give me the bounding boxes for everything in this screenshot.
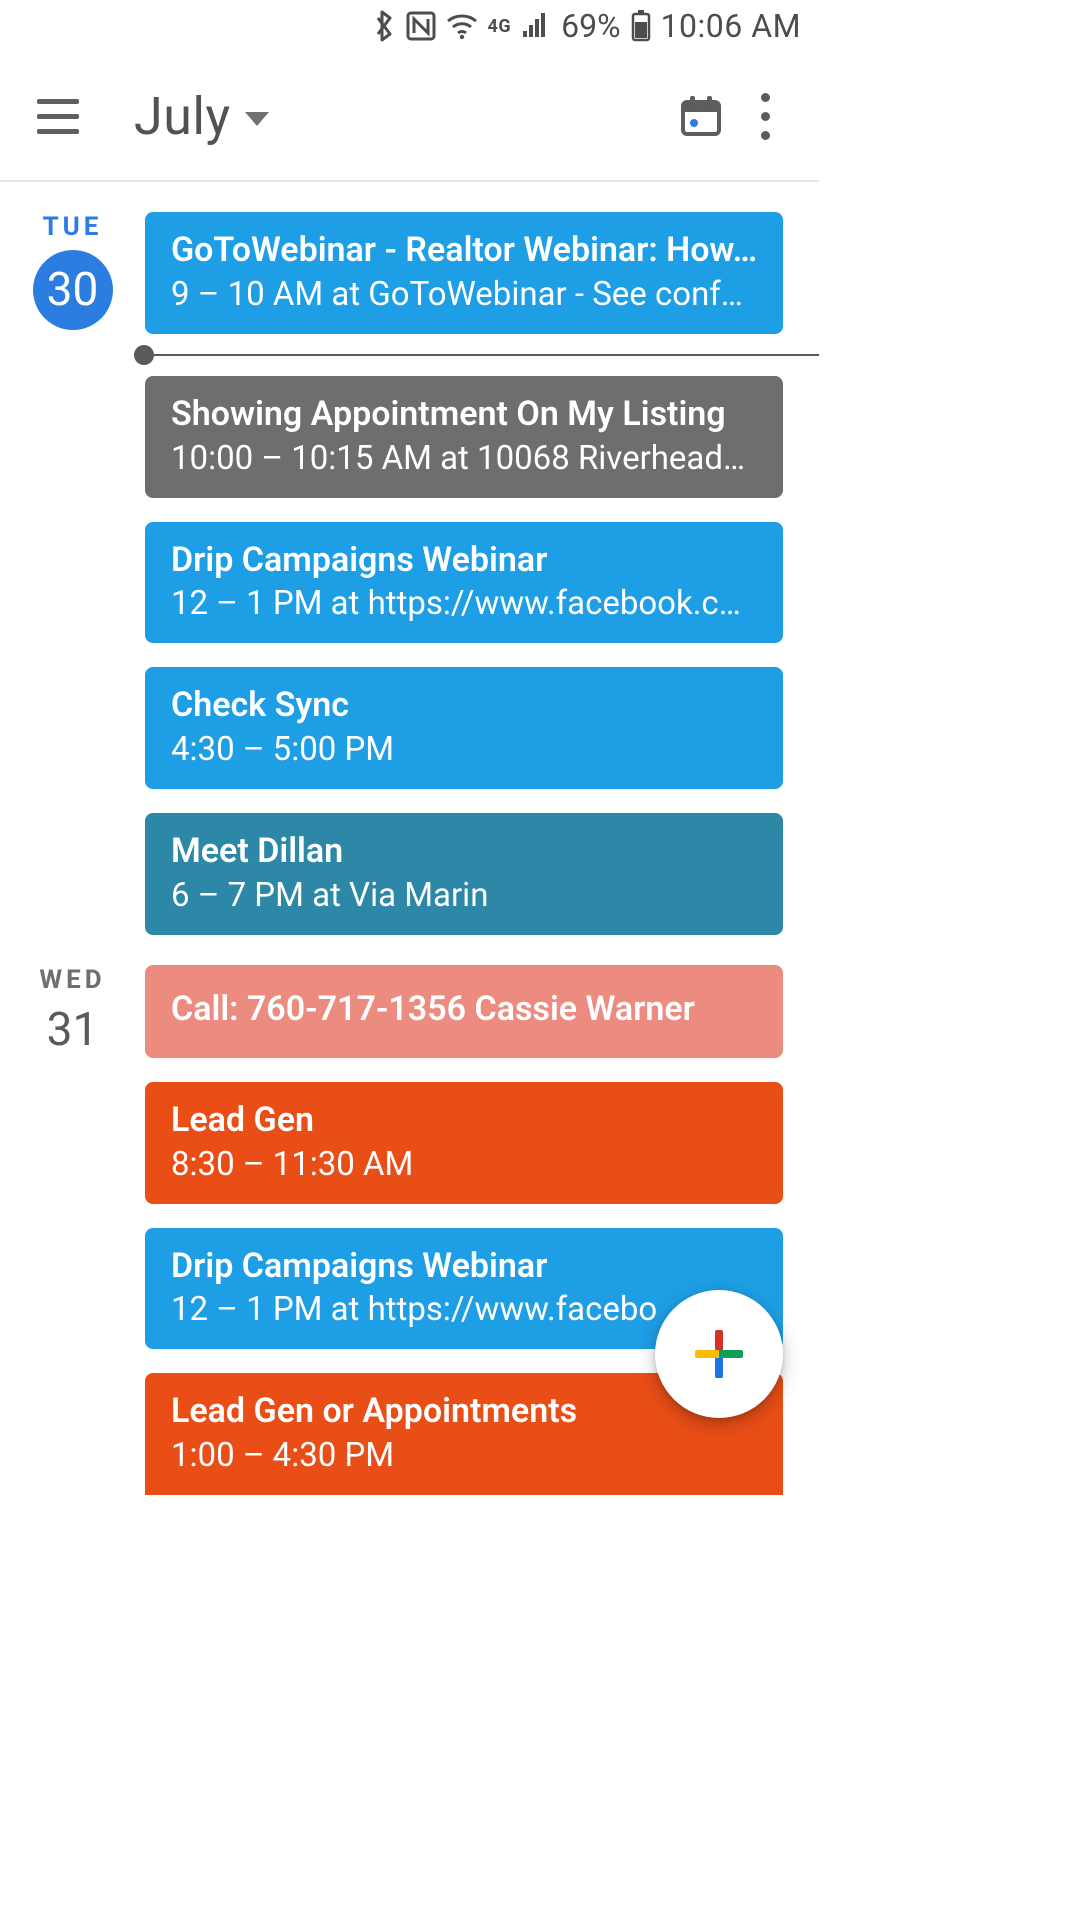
overflow-menu-button[interactable] bbox=[733, 84, 797, 148]
status-bar: 4G 69% 10:06 AM bbox=[0, 0, 819, 52]
event-subtitle: 9 – 10 AM at GoToWebinar - See conf… bbox=[171, 275, 757, 314]
day-header: WED 31 bbox=[0, 965, 145, 1495]
status-time: 10:06 AM bbox=[661, 7, 801, 45]
bluetooth-icon bbox=[372, 9, 396, 43]
events-col: GoToWebinar - Realtor Webinar: How… 9 – 1… bbox=[145, 212, 819, 935]
event-subtitle: 6 – 7 PM at Via Marin bbox=[171, 876, 757, 915]
event-card[interactable]: Lead Gen 8:30 – 11:30 AM bbox=[145, 1082, 783, 1204]
month-dropdown[interactable]: July bbox=[134, 86, 269, 147]
battery-icon bbox=[631, 10, 651, 42]
day-header: TUE 30 bbox=[0, 212, 145, 935]
plus-icon bbox=[695, 1330, 743, 1378]
chevron-down-icon bbox=[245, 112, 269, 126]
event-subtitle: 8:30 – 11:30 AM bbox=[171, 1145, 757, 1184]
event-title: Drip Campaigns Webinar bbox=[171, 540, 757, 581]
event-title: Meet Dillan bbox=[171, 831, 757, 872]
event-subtitle: 10:00 – 10:15 AM at 10068 Riverhead… bbox=[171, 439, 757, 478]
day-block: TUE 30 GoToWebinar - Realtor Webinar: How…… bbox=[0, 182, 819, 935]
event-title: Showing Appointment On My Listing bbox=[171, 394, 757, 435]
event-card[interactable]: Meet Dillan 6 – 7 PM at Via Marin bbox=[145, 813, 783, 935]
event-title: Lead Gen or Appointments bbox=[171, 1391, 757, 1432]
event-title: Lead Gen bbox=[171, 1100, 757, 1141]
app-bar: July bbox=[0, 52, 819, 182]
event-title: GoToWebinar - Realtor Webinar: How… bbox=[171, 230, 757, 271]
event-title: Check Sync bbox=[171, 685, 757, 726]
event-card[interactable]: Call: 760-717-1356 Cassie Warner bbox=[145, 965, 783, 1058]
event-card[interactable]: Showing Appointment On My Listing 10:00 –… bbox=[145, 376, 783, 498]
day-of-week: TUE bbox=[0, 212, 145, 242]
cellular-signal-icon bbox=[521, 13, 551, 39]
battery-percent: 69% bbox=[561, 7, 620, 45]
event-card[interactable]: Drip Campaigns Webinar12 – 1 PM at https… bbox=[145, 522, 783, 644]
day-number: 30 bbox=[33, 250, 113, 330]
day-number: 31 bbox=[0, 1003, 145, 1057]
day-of-week: WED bbox=[0, 965, 145, 995]
month-label: July bbox=[134, 86, 231, 147]
nfc-icon bbox=[406, 11, 436, 41]
event-title: Call: 760-717-1356 Cassie Warner bbox=[171, 989, 757, 1030]
create-event-fab[interactable] bbox=[655, 1290, 783, 1418]
event-subtitle: 1:00 – 4:30 PM bbox=[171, 1436, 757, 1475]
network-type-label: 4G bbox=[488, 16, 512, 37]
event-subtitle: 12 – 1 PM at https://www.facebook.c… bbox=[171, 584, 757, 623]
menu-button[interactable] bbox=[26, 84, 90, 148]
event-card[interactable]: GoToWebinar - Realtor Webinar: How… 9 – 1… bbox=[145, 212, 783, 334]
now-indicator bbox=[144, 354, 783, 356]
event-subtitle: 4:30 – 5:00 PM bbox=[171, 730, 757, 769]
event-title: Drip Campaigns Webinar bbox=[171, 1246, 757, 1287]
event-card[interactable]: Check Sync 4:30 – 5:00 PM bbox=[145, 667, 783, 789]
wifi-icon bbox=[446, 13, 478, 39]
today-button[interactable] bbox=[669, 84, 733, 148]
